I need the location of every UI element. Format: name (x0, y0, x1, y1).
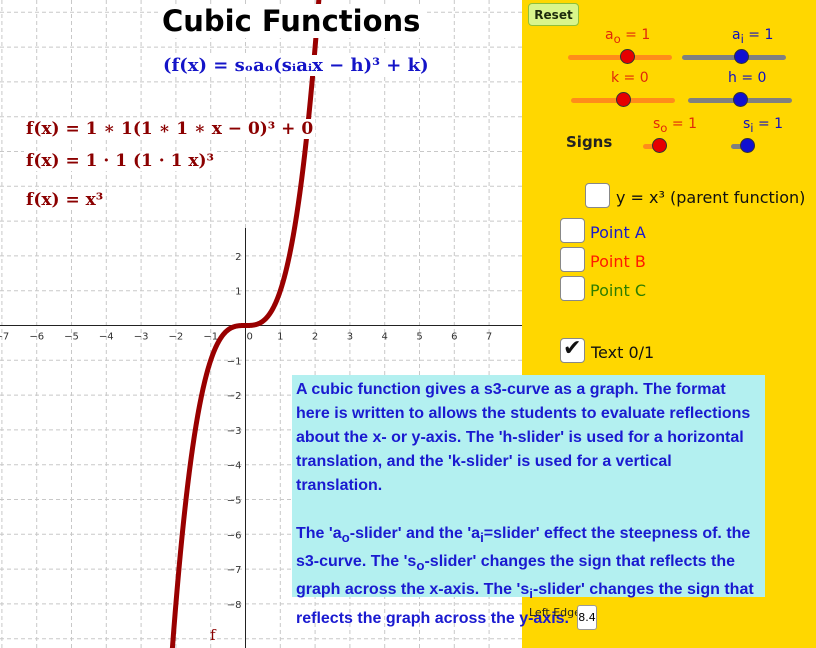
slider-ai[interactable] (682, 48, 786, 66)
slider-h[interactable] (688, 91, 792, 109)
checkbox-parent-function-label: y = x³ (parent function) (616, 188, 806, 207)
y-tick-label: 2 (235, 252, 241, 263)
x-tick-label: −6 (29, 332, 44, 343)
info-paragraph-1: A cubic function gives a s3-curve as a g… (296, 381, 751, 494)
x-tick-label: 1 (277, 332, 283, 343)
x-tick-label: 5 (416, 332, 422, 343)
left-edge-input[interactable]: 8.4 (577, 605, 597, 630)
slider-ao-label: ao = 1 (605, 27, 651, 46)
y-tick-label: −3 (227, 426, 242, 437)
y-tick-label: −5 (227, 496, 242, 507)
x-tick-label: 0 (247, 332, 253, 343)
slider-k-knob[interactable] (615, 92, 631, 107)
x-tick-label: −2 (169, 332, 184, 343)
general-formula: (f(x) = sₒaₒ(sᵢaᵢx − h)³ + k) (160, 55, 432, 76)
checkbox-point-a-label: Point A (590, 223, 646, 242)
slider-k[interactable] (571, 91, 675, 109)
slider-ao-knob[interactable] (619, 49, 635, 64)
slider-h-knob[interactable] (732, 92, 748, 107)
slider-h-label: h = 0 (728, 70, 767, 86)
y-tick-label: −4 (227, 461, 242, 472)
slider-si[interactable] (731, 137, 755, 155)
x-tick-label: −4 (99, 332, 114, 343)
checkmark-icon: ✔ (563, 336, 582, 361)
slider-ao[interactable] (568, 48, 672, 66)
function-label: f (210, 626, 216, 644)
reset-button[interactable]: Reset (528, 3, 579, 26)
slider-ai-label: ai = 1 (732, 27, 774, 46)
x-tick-label: −1 (203, 332, 218, 343)
slider-ai-knob[interactable] (733, 49, 749, 64)
y-tick-label: 1 (235, 287, 241, 298)
x-tick-label: −7 (0, 332, 9, 343)
x-tick-label: 6 (451, 332, 457, 343)
x-tick-label: −5 (64, 332, 79, 343)
left-edge-label: Left Edge (529, 606, 581, 619)
checkbox-text[interactable]: ✔ (560, 336, 585, 363)
x-tick-label: 7 (486, 332, 492, 343)
y-tick-label: −7 (227, 565, 242, 576)
checkbox-point-b[interactable] (560, 247, 585, 272)
slider-k-label: k = 0 (611, 70, 649, 86)
slider-si-knob[interactable] (740, 138, 755, 153)
slider-so[interactable] (643, 137, 667, 155)
x-tick-label: 2 (312, 332, 318, 343)
checkbox-parent-function[interactable] (585, 183, 610, 208)
y-tick-label: −1 (227, 356, 242, 367)
info-text-box: A cubic function gives a s3-curve as a g… (292, 375, 765, 627)
signs-label: Signs (566, 133, 613, 151)
x-tick-label: 3 (347, 332, 353, 343)
x-tick-label: 4 (382, 332, 388, 343)
checkbox-text-label: Text 0/1 (591, 343, 655, 362)
equation-expanded: f(x) = 1 ∗ 1(1 ∗ 1 ∗ x − 0)³ + 0 (24, 119, 316, 139)
checkbox-point-a[interactable] (560, 218, 585, 243)
slider-so-label: so = 1 (653, 116, 697, 135)
x-tick-label: −3 (134, 332, 149, 343)
slider-si-label: si = 1 (743, 116, 784, 135)
slider-so-knob[interactable] (652, 138, 667, 153)
equation-simplified: f(x) = 1 · 1 (1 · 1 x)³ (24, 151, 216, 171)
y-tick-label: −8 (227, 600, 242, 611)
page-title: Cubic Functions (158, 4, 425, 38)
y-tick-label: −6 (227, 530, 242, 541)
y-tick-label: −2 (227, 391, 242, 402)
checkbox-point-b-label: Point B (590, 252, 646, 271)
equation-final: f(x) = x³ (24, 190, 106, 210)
checkbox-point-c[interactable] (560, 276, 585, 301)
checkbox-point-c-label: Point C (590, 281, 646, 300)
